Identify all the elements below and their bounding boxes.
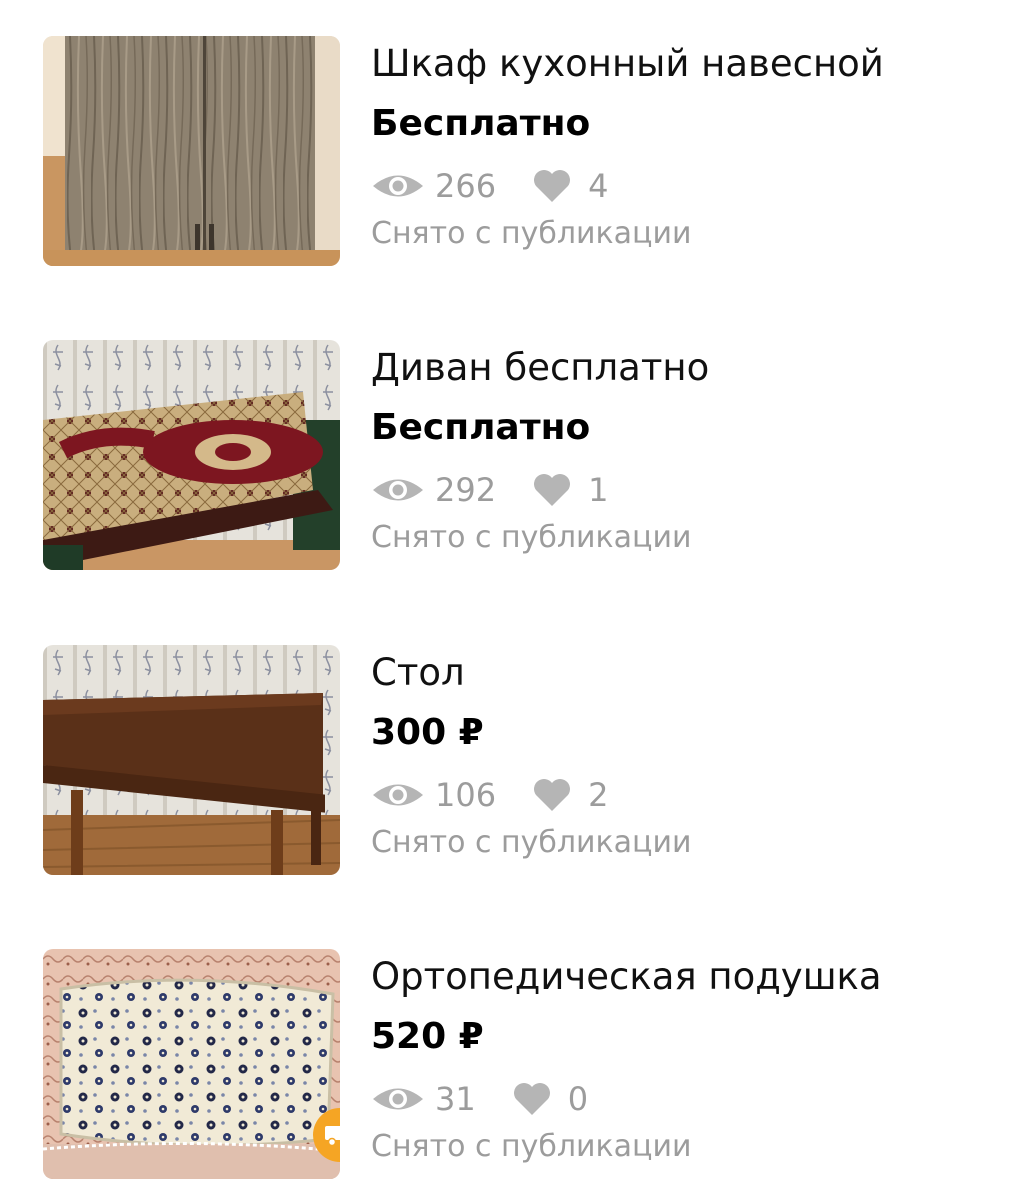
heart-icon: [532, 778, 572, 812]
likes-count: 0: [567, 1080, 589, 1118]
listing-price: Бесплатно: [371, 407, 591, 448]
listing-item[interactable]: Стол 300 ₽ 106 2 Снято с публикации: [0, 645, 1019, 877]
eye-icon: [371, 780, 425, 810]
views-count: 31: [435, 1080, 476, 1118]
listing-price: Бесплатно: [371, 103, 591, 144]
heart-icon: [532, 169, 572, 203]
listing-thumbnail[interactable]: [43, 645, 340, 875]
listing-item[interactable]: Диван бесплатно Бесплатно 292 1 Снято с …: [0, 340, 1019, 572]
listing-thumbnail[interactable]: [43, 340, 340, 570]
eye-icon: [371, 1084, 425, 1114]
listing-price: 300 ₽: [371, 712, 484, 753]
listing-stats: 106 2: [371, 773, 608, 817]
listing-thumbnail[interactable]: [43, 949, 340, 1179]
views-count: 106: [435, 776, 497, 814]
delivery-truck-icon: [324, 1123, 340, 1147]
views-count: 266: [435, 167, 497, 205]
listing-title[interactable]: Стол: [371, 649, 465, 697]
eye-icon: [371, 475, 425, 505]
listing-status: Снято с публикации: [371, 520, 692, 555]
listing-stats: 266 4: [371, 164, 608, 208]
listings-list: Шкаф кухонный навесной Бесплатно 266 4 С…: [0, 0, 1019, 1200]
likes-count: 4: [588, 167, 609, 205]
listing-title[interactable]: Диван бесплатно: [371, 344, 709, 392]
listing-status: Снято с публикации: [371, 216, 692, 251]
listing-title[interactable]: Ортопедическая подушка: [371, 953, 882, 1001]
listing-stats: 292 1: [371, 468, 608, 512]
listing-thumbnail[interactable]: [43, 36, 340, 266]
listing-status: Снято с публикации: [371, 1129, 692, 1164]
listing-status: Снято с публикации: [371, 825, 692, 860]
eye-icon: [371, 171, 425, 201]
listing-title[interactable]: Шкаф кухонный навесной: [371, 40, 884, 88]
likes-count: 1: [588, 471, 609, 509]
heart-icon: [512, 1082, 552, 1116]
likes-count: 2: [588, 776, 609, 814]
views-count: 292: [435, 471, 497, 509]
listing-price: 520 ₽: [371, 1016, 484, 1057]
listing-stats: 31 0: [371, 1077, 588, 1121]
heart-icon: [532, 473, 572, 507]
listing-item[interactable]: Ортопедическая подушка 520 ₽ 31 0 Снято …: [0, 949, 1019, 1181]
listing-item[interactable]: Шкаф кухонный навесной Бесплатно 266 4 С…: [0, 36, 1019, 268]
